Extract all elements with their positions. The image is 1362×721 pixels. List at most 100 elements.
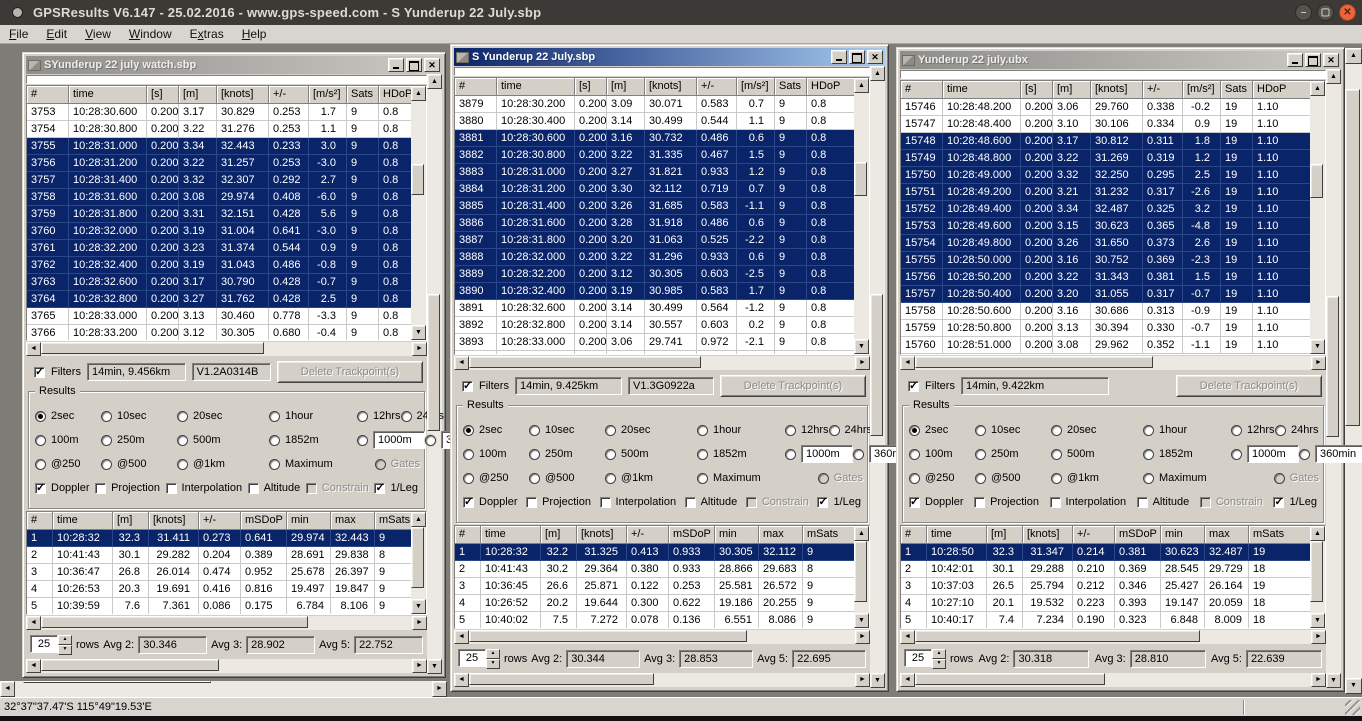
trackpoint-row[interactable]: 376110:28:32.2000.2003.2331.3740.5440.99… (27, 240, 411, 257)
results-table-vscrollbar[interactable]: ▲ ▼ (1310, 526, 1325, 628)
column-header[interactable]: [knots] (577, 526, 627, 544)
scrollbar-thumb[interactable] (469, 630, 747, 642)
scroll-left-icon[interactable]: ◄ (454, 630, 469, 644)
radio-100m[interactable]: 100m (909, 448, 975, 460)
scrollbar-thumb[interactable] (469, 673, 654, 685)
radio-2sec[interactable]: 2sec (35, 410, 101, 422)
checkbox-altitude[interactable]: Altitude (248, 482, 301, 494)
radio-250[interactable]: @250 (463, 472, 529, 484)
scrollbar-track[interactable] (915, 356, 1311, 370)
scroll-down-icon[interactable]: ▼ (1345, 678, 1362, 694)
results-table-hscrollbar[interactable]: ◄ ► (900, 630, 1326, 644)
column-header[interactable]: mSats (803, 526, 854, 544)
radio-250[interactable]: @250 (35, 458, 101, 470)
trackpoint-row[interactable]: 388810:28:32.0000.2003.2231.2960.9330.69… (455, 249, 854, 266)
scroll-left-icon[interactable]: ◄ (26, 342, 41, 356)
desktop-minimize-button[interactable]: – (1295, 4, 1312, 21)
result-row[interactable]: 110:28:3232.331.4110.2730.64129.97432.44… (27, 530, 411, 547)
filters-checkbox[interactable] (908, 381, 919, 392)
scrollbar-thumb[interactable] (915, 673, 1105, 685)
radio-custom-distance[interactable]: 1000m (785, 445, 853, 463)
radio-500m[interactable]: 500m (177, 434, 269, 446)
scroll-left-icon[interactable]: ◄ (900, 356, 915, 370)
trackpoint-row[interactable]: 1574610:28:48.2000.2003.0629.7600.338-0.… (901, 99, 1310, 116)
close-icon[interactable] (867, 50, 883, 64)
column-header[interactable]: +/- (697, 78, 737, 96)
scroll-up-icon[interactable]: ▲ (427, 74, 442, 89)
trackpoint-row[interactable]: 375810:28:31.6000.2003.0829.9740.408-6.0… (27, 189, 411, 206)
column-header[interactable]: [m/s²] (309, 86, 347, 104)
column-header[interactable]: +/- (269, 86, 309, 104)
scrollbar-thumb[interactable] (1310, 164, 1323, 198)
result-row[interactable]: 410:26:5320.319.6910.4160.81619.49719.84… (27, 581, 411, 598)
scroll-up-icon[interactable]: ▲ (854, 526, 869, 541)
trackpoint-row[interactable]: 389210:28:32.8000.2003.1430.5570.6030.29… (455, 317, 854, 334)
delete-trackpoints-button[interactable]: Delete Trackpoint(s) (1176, 375, 1322, 397)
column-header[interactable]: [m] (113, 512, 149, 530)
scroll-up-icon[interactable]: ▲ (1310, 526, 1325, 541)
radio-20sec[interactable]: 20sec (605, 424, 697, 436)
window-hscrollbar[interactable]: ◄ ► (900, 673, 1326, 687)
radio-1km[interactable]: @1km (1051, 472, 1143, 484)
radio-maximum[interactable]: Maximum (1143, 472, 1231, 484)
column-header[interactable]: mSDoP (241, 512, 287, 530)
column-header[interactable]: Sats (775, 78, 807, 96)
close-icon[interactable] (1323, 53, 1339, 67)
custom-distance-input[interactable]: 1000m (373, 431, 425, 449)
mdi-horizontal-scrollbar[interactable]: ◄ ► (0, 681, 447, 697)
column-header[interactable]: max (759, 526, 803, 544)
scrollbar-track[interactable] (41, 659, 412, 673)
track-table-vscrollbar[interactable]: ▲ ▼ (854, 78, 869, 354)
radio-maximum[interactable]: Maximum (269, 458, 357, 470)
scroll-right-icon[interactable]: ► (1311, 356, 1326, 370)
result-row[interactable]: 410:27:1020.119.5320.2230.39319.14720.05… (901, 595, 1310, 612)
radio-12hrs[interactable]: 12hrs (1231, 424, 1275, 436)
scrollbar-track[interactable] (411, 527, 426, 599)
menu-window[interactable]: Window (120, 26, 181, 42)
column-header[interactable]: time (481, 526, 541, 544)
spin-up-icon[interactable]: ▲ (486, 649, 500, 659)
trackpoint-row[interactable]: 375610:28:31.2000.2003.2231.2570.253-3.0… (27, 155, 411, 172)
scroll-down-icon[interactable]: ▼ (870, 673, 885, 688)
scrollbar-track[interactable] (15, 681, 432, 697)
child-window-titlebar[interactable]: S Yunderup 22 July.sbp (454, 48, 885, 66)
trackpoint-row[interactable]: 388910:28:32.2000.2003.1230.3050.603-2.5… (455, 266, 854, 283)
trackpoint-row[interactable]: 375310:28:30.6000.2003.1730.8290.2531.79… (27, 104, 411, 121)
radio-500[interactable]: @500 (975, 472, 1051, 484)
checkbox-doppler[interactable]: Doppler (35, 482, 90, 494)
menu-extras[interactable]: Extras (181, 26, 233, 42)
window-vscrollbar[interactable]: ▲ ▼ (870, 66, 885, 688)
radio-2sec[interactable]: 2sec (463, 424, 529, 436)
scrollbar-track[interactable] (41, 342, 412, 356)
desktop-titlebar[interactable]: GPSResults V6.147 - 25.02.2016 - www.gps… (0, 0, 1362, 25)
column-header[interactable]: [s] (1021, 81, 1053, 99)
maximize-icon[interactable] (406, 58, 422, 72)
track-table-vscrollbar[interactable]: ▲ ▼ (411, 86, 426, 340)
trackpoint-row[interactable]: 375910:28:31.8000.2003.3132.1510.4285.69… (27, 206, 411, 223)
trackpoint-row[interactable]: 375710:28:31.4000.2003.3232.3070.2922.79… (27, 172, 411, 189)
scroll-right-icon[interactable]: ► (855, 630, 870, 644)
spin-down-icon[interactable]: ▼ (58, 645, 72, 655)
radio-1hour[interactable]: 1hour (1143, 424, 1231, 436)
scroll-right-icon[interactable]: ► (412, 659, 427, 673)
checkbox-constrain[interactable]: Constrain (1200, 496, 1263, 508)
column-header[interactable]: # (27, 512, 53, 530)
scrollbar-thumb[interactable] (41, 616, 308, 628)
scroll-right-icon[interactable]: ► (1311, 673, 1326, 687)
column-header[interactable]: [m] (541, 526, 577, 544)
column-header[interactable]: [m] (987, 526, 1023, 544)
track-table-hscrollbar[interactable]: ◄ ► (26, 342, 427, 356)
radio-gates[interactable]: Gates (375, 458, 420, 470)
scroll-left-icon[interactable]: ◄ (0, 681, 15, 697)
trackpoint-row[interactable]: 376510:28:33.0000.2003.1330.4600.778-3.3… (27, 308, 411, 325)
scroll-right-icon[interactable]: ► (432, 681, 447, 697)
checkbox-interpolation[interactable]: Interpolation (1050, 496, 1127, 508)
column-header[interactable]: [s] (575, 78, 607, 96)
checkbox-constrain[interactable]: Constrain (746, 496, 809, 508)
checkbox-doppler[interactable]: Doppler (463, 496, 518, 508)
trackpoint-row[interactable]: 376610:28:33.2000.2003.1230.3050.680-0.4… (27, 325, 411, 340)
column-header[interactable]: mSDoP (1115, 526, 1161, 544)
scrollbar-thumb[interactable] (915, 356, 1153, 368)
radio-100m[interactable]: 100m (463, 448, 529, 460)
column-header[interactable]: +/- (627, 526, 669, 544)
